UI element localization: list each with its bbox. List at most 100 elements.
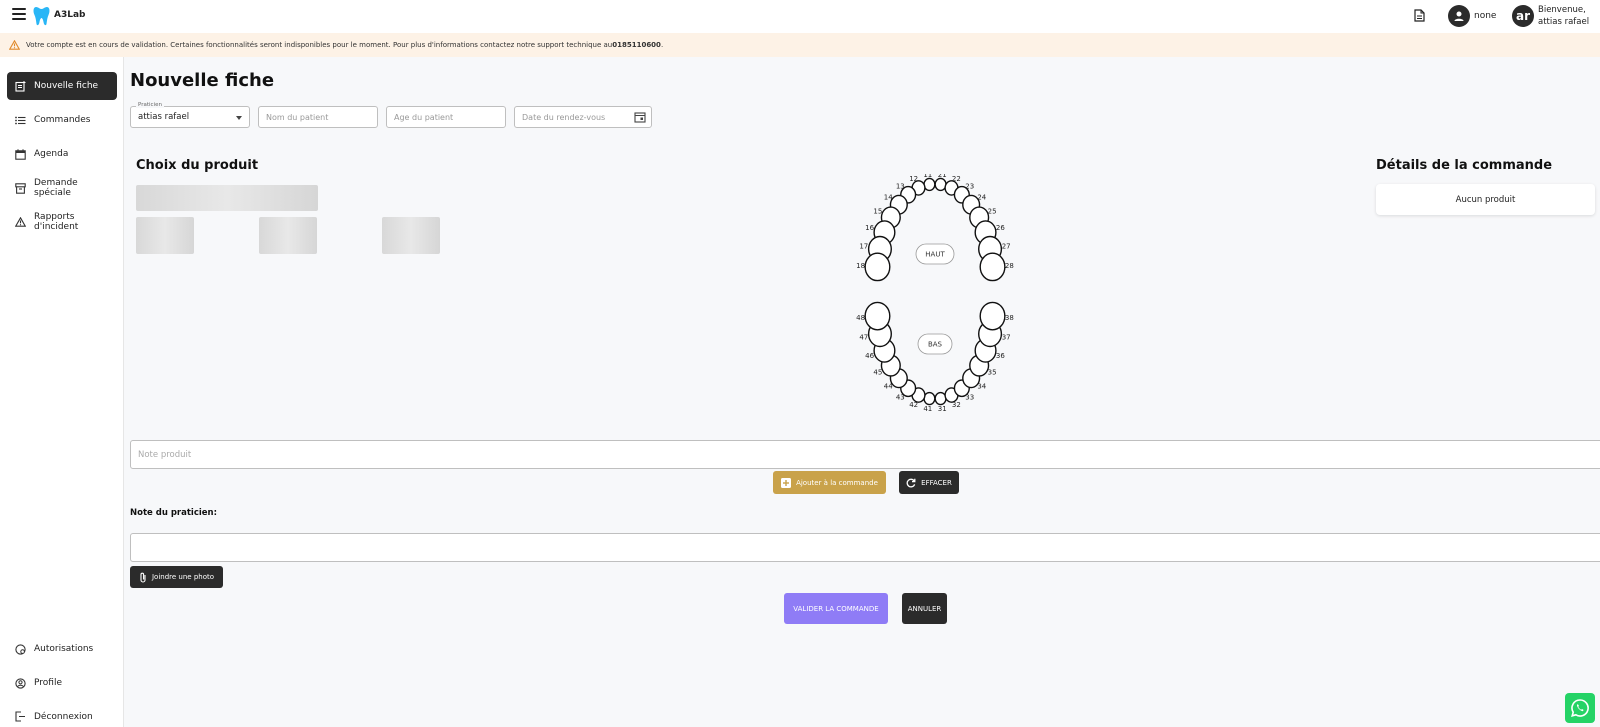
permissions-icon (15, 643, 26, 655)
tooth-number-label: 42 (909, 401, 918, 409)
product-skeleton (259, 217, 317, 254)
tooth-number-label: 22 (952, 175, 961, 183)
tooth-number-label: 28 (1005, 262, 1014, 270)
tooth-number-label: 47 (859, 334, 868, 342)
tooth-number-label: 35 (988, 369, 997, 377)
tooth-number-label: 38 (1005, 314, 1014, 322)
product-section-title: Choix du produit (136, 158, 259, 173)
sidebar-item-profile[interactable]: Profile (7, 669, 117, 697)
tooth-number-label: 26 (996, 224, 1005, 232)
paperclip-icon (140, 572, 146, 583)
welcome-text: Bienvenue, attias rafael (1538, 5, 1590, 27)
upper-jaw-button[interactable]: HAUT (915, 243, 955, 265)
tooth-number-label: 18 (856, 262, 865, 270)
menu-icon[interactable] (12, 8, 26, 20)
tooth-number-label: 43 (896, 394, 905, 402)
tooth-number-label: 14 (884, 193, 893, 201)
tooth-number-label: 46 (865, 352, 874, 360)
sidebar-item-deconnexion[interactable]: Déconnexion (7, 700, 117, 722)
tooth-number-label: 16 (865, 224, 874, 232)
praticien-legend: Praticien (136, 102, 164, 108)
order-details-card: Aucun produit (1376, 184, 1595, 215)
validation-banner: Votre compte est en cours de validation.… (0, 33, 1600, 57)
tooth-28[interactable] (979, 252, 1006, 282)
product-skeleton (382, 217, 440, 254)
archive-icon (15, 182, 26, 194)
patient-name-input[interactable]: Nom du patient (258, 106, 378, 128)
sidebar-item-autorisations[interactable]: Autorisations (7, 635, 117, 663)
chevron-down-icon (236, 116, 242, 120)
sidebar-item-agenda[interactable]: Agenda (7, 140, 117, 168)
warning-icon (15, 217, 26, 227)
praticien-note-input[interactable] (130, 533, 1600, 562)
user-label[interactable]: none (1474, 11, 1496, 21)
svg-text:BAS: BAS (928, 341, 943, 349)
list-icon (15, 116, 26, 124)
tooth-number-label: 36 (996, 352, 1005, 360)
tooth-number-label: 24 (977, 193, 986, 201)
tooth-number-label: 34 (977, 383, 986, 391)
page-title: Nouvelle fiche (130, 70, 275, 91)
add-to-order-button[interactable]: Ajouter à la commande (773, 471, 886, 494)
product-skeleton (136, 185, 318, 211)
praticien-note-label: Note du praticien: (130, 508, 217, 518)
praticien-select[interactable]: Praticien attias rafael (130, 102, 250, 128)
note-add-icon (15, 80, 26, 92)
tooth-number-label: 27 (1002, 242, 1011, 250)
tooth-11[interactable] (923, 177, 936, 192)
lower-jaw-button[interactable]: BAS (917, 333, 953, 355)
tooth-41[interactable] (923, 391, 936, 406)
clear-button[interactable]: EFFACER (899, 471, 959, 494)
tooth-number-label: 12 (909, 175, 918, 183)
warning-icon (9, 40, 20, 50)
brand-name: A3Lab (54, 10, 86, 20)
praticien-value: attias rafael (138, 112, 190, 122)
add-box-icon (781, 477, 792, 488)
calendar-icon[interactable] (634, 111, 646, 123)
attach-photo-button[interactable]: Joindre une photo (130, 566, 223, 588)
support-phone: 0185110600 (612, 41, 661, 49)
tooth-number-label: 23 (965, 182, 974, 190)
tooth-38[interactable] (979, 301, 1006, 331)
user-account-icon[interactable] (1448, 5, 1470, 27)
document-icon[interactable] (1414, 9, 1425, 22)
tooth-number-label: 37 (1002, 334, 1011, 342)
whatsapp-icon (1571, 699, 1589, 717)
tooth-21[interactable] (934, 177, 947, 192)
tooth-chart[interactable]: 11 12 131415 16 17 18 21 22 232425 26 27 28 41 42 4344… (850, 174, 1020, 420)
empty-order-text: Aucun produit (1455, 194, 1516, 205)
tooth-number-label: 31 (938, 405, 947, 413)
whatsapp-button[interactable] (1565, 693, 1595, 723)
avatar[interactable]: ar (1512, 5, 1534, 27)
profile-icon (15, 677, 26, 689)
sidebar-item-nouvelle-fiche[interactable]: Nouvelle fiche (7, 72, 117, 100)
banner-message: Votre compte est en cours de validation.… (26, 41, 613, 49)
tooth-48[interactable] (864, 301, 891, 331)
tooth-number-label: 13 (896, 182, 905, 190)
tooth-18[interactable] (864, 252, 891, 282)
sidebar-item-commandes[interactable]: Commandes (7, 106, 117, 134)
refresh-icon (906, 478, 916, 488)
tooth-logo-icon (33, 7, 50, 26)
product-note-input[interactable]: Note produit (130, 440, 1600, 469)
patient-age-input[interactable]: Age du patient (386, 106, 506, 128)
cancel-button[interactable]: ANNULER (902, 593, 947, 624)
tooth-number-label: 21 (938, 174, 947, 179)
appointment-date-input[interactable]: Date du rendez-vous (514, 106, 652, 128)
validate-order-button[interactable]: VALIDER LA COMMANDE (784, 593, 888, 624)
tooth-number-label: 33 (965, 394, 974, 402)
tooth-number-label: 48 (856, 314, 865, 322)
sidebar-item-rapports-incident[interactable]: Rapports d'incident (7, 208, 117, 236)
sidebar-item-demande-speciale[interactable]: Demande spéciale (7, 174, 117, 202)
svg-text:HAUT: HAUT (925, 251, 945, 259)
tooth-number-label: 41 (923, 405, 932, 413)
details-section-title: Détails de la commande (1376, 158, 1553, 173)
tooth-31[interactable] (934, 391, 947, 406)
tooth-number-label: 11 (923, 174, 932, 179)
tooth-number-label: 44 (884, 383, 893, 391)
tooth-number-label: 17 (859, 242, 868, 250)
tooth-number-label: 25 (988, 207, 997, 215)
tooth-number-label: 32 (952, 401, 961, 409)
top-bar: A3Lab none ar Bienvenue, attias rafael (0, 0, 1600, 33)
calendar-icon (15, 148, 26, 160)
